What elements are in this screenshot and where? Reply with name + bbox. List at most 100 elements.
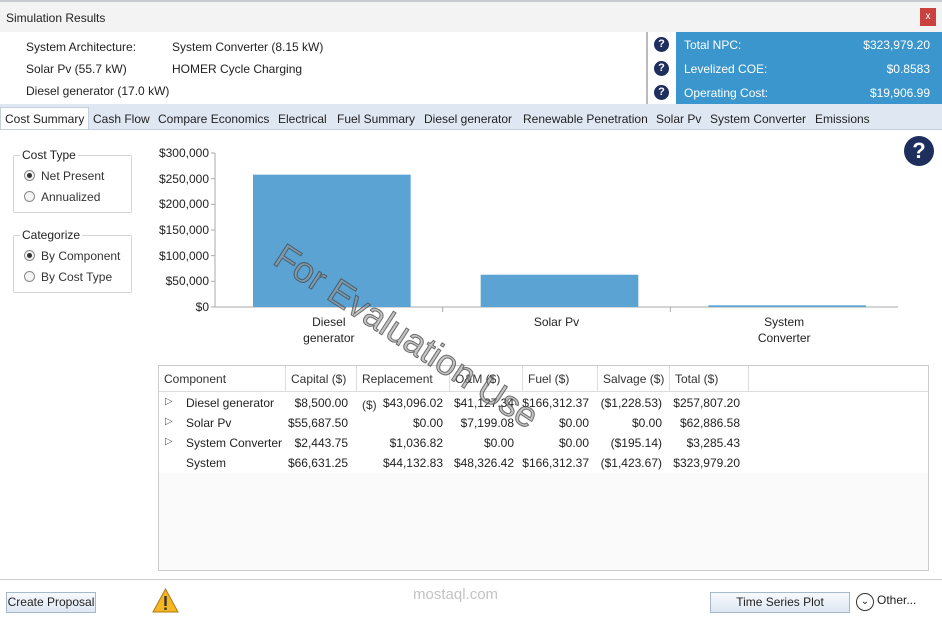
help-icon[interactable]: ? [654, 37, 669, 52]
architecture-item: System Converter (8.15 kW) [172, 40, 324, 54]
time-series-plot-button[interactable]: Time Series Plot [710, 592, 850, 613]
table-cell: $166,312.37 [522, 456, 589, 470]
table-empty-area [159, 473, 928, 570]
column-header[interactable]: Salvage ($) [598, 366, 670, 392]
architecture-panel: System Architecture: System Converter (8… [0, 32, 648, 104]
table-cell: $0.00 [631, 416, 662, 430]
table-cell: $62,886.58 [679, 416, 740, 430]
tab-emissions[interactable]: Emissions [811, 108, 874, 130]
tab-renewable-penetration[interactable]: Renewable Penetration [519, 108, 652, 130]
other-menu-button[interactable]: ⌄ Other... [856, 593, 916, 611]
architecture-label: System Architecture: [26, 40, 137, 54]
table-cell: System [186, 456, 227, 470]
x-tick-label-line: Solar Pv [533, 315, 580, 329]
help-icon[interactable]: ? [654, 61, 669, 76]
kpi-label: Total NPC: [684, 38, 742, 52]
bar-solar-pv[interactable] [480, 274, 639, 307]
table-cell: $2,443.75 [294, 436, 348, 450]
radio-label: By Cost Type [41, 270, 113, 284]
table-cell: $66,631.25 [287, 456, 348, 470]
radio-by-cost-type[interactable]: By Cost Type [24, 270, 112, 284]
table-cell: $48,326.42 [453, 456, 514, 470]
table-cell: $43,096.02 [382, 396, 443, 410]
radio-annualized[interactable]: Annualized [24, 190, 100, 204]
column-header[interactable]: Total ($) [670, 366, 749, 392]
expand-icon[interactable]: ▷ [165, 436, 173, 447]
kpi-label: Operating Cost: [684, 86, 769, 100]
cost-table: Component Capital ($) Replacement ($) O&… [158, 365, 929, 571]
table-cell: $257,807.20 [673, 396, 740, 410]
close-button[interactable]: x [920, 8, 936, 26]
table-cell: $55,687.50 [287, 416, 348, 430]
y-tick-label: $250,000 [158, 171, 209, 186]
table-cell: ($1,228.53) [600, 396, 662, 410]
tab-cost-summary[interactable]: Cost Summary [0, 107, 90, 129]
table-cell: $3,285.43 [686, 436, 740, 450]
radio-net-present[interactable]: Net Present [24, 169, 104, 183]
kpi-value: $19,906.99 [869, 86, 930, 100]
table-cell: $8,500.00 [294, 396, 348, 410]
table-cell: $44,132.83 [382, 456, 443, 470]
title-bar: Simulation Results [0, 0, 942, 32]
cost-type-title: Cost Type [20, 148, 78, 162]
kpi-label: Levelized COE: [684, 62, 768, 76]
architecture-item: Solar Pv (55.7 kW) [26, 62, 127, 76]
table-header: Component Capital ($) Replacement ($) O&… [159, 366, 928, 412]
table-row[interactable]: System $66,631.25 $44,132.83 $48,326.42 $166… [159, 453, 928, 473]
tab-compare-economics[interactable]: Compare Economics [154, 108, 273, 130]
help-icon[interactable]: ? [654, 85, 669, 100]
x-tick-label-line: System [764, 315, 805, 329]
x-tick-label-line: Converter [757, 331, 811, 345]
table-row[interactable]: ▷ Solar Pv $55,687.50 $0.00 $7,199.08 $0.00 $0… [159, 413, 928, 433]
kpi-value: $323,979.20 [863, 38, 930, 52]
radio-label: Net Present [41, 169, 105, 183]
x-tick-label: System Converter [724, 314, 844, 346]
architecture-item: Diesel generator (17.0 kW) [26, 84, 170, 98]
table-cell: $1,036.82 [389, 436, 443, 450]
categorize-group: Categorize By Component By Cost Type [13, 228, 132, 293]
column-header[interactable]: Component [159, 366, 286, 392]
architecture-item: HOMER Cycle Charging [172, 62, 303, 76]
radio-by-component[interactable]: By Component [24, 249, 120, 263]
bar-system-converter[interactable] [708, 305, 866, 307]
tab-electrical[interactable]: Electrical [274, 108, 331, 130]
y-tick-label: $300,000 [158, 146, 209, 160]
kpi-value: $0.8583 [886, 62, 930, 76]
tab-fuel-summary[interactable]: Fuel Summary [333, 108, 419, 130]
column-header[interactable]: Fuel ($) [523, 366, 598, 392]
table-cell: ($195.14) [610, 436, 662, 450]
table-cell: System Converter [186, 436, 283, 450]
kpi-operating-cost: Operating Cost: $19,906.99 [684, 86, 930, 106]
table-cell: $0.00 [558, 436, 589, 450]
table-cell: Diesel generator [186, 396, 275, 410]
y-tick-label: $200,000 [158, 197, 209, 212]
cost-type-group: Cost Type Net Present Annualized [13, 148, 132, 213]
warning-icon[interactable] [152, 588, 179, 613]
help-icon[interactable]: ? [904, 136, 934, 166]
create-proposal-button[interactable]: Create Proposal [6, 592, 96, 613]
table-cell: Solar Pv [186, 416, 232, 430]
table-row[interactable]: ▷ System Converter $2,443.75 $1,036.82 $0.00… [159, 433, 928, 453]
table-cell: $0.00 [412, 416, 443, 430]
y-tick-label: $50,000 [165, 274, 209, 289]
y-tick-label: $150,000 [158, 223, 209, 237]
kpi-panel: Total NPC: $323,979.20 Levelized COE: $0.8… [676, 32, 942, 104]
expand-icon[interactable]: ▷ [165, 396, 173, 407]
kpi-total-npc: Total NPC: $323,979.20 [684, 38, 930, 58]
mostaql-watermark: mostaql.com [413, 586, 499, 603]
y-tick-label: $100,000 [158, 248, 209, 263]
expand-icon[interactable]: ▷ [165, 416, 173, 427]
table-cell: $0.00 [483, 436, 514, 450]
tab-solar-pv[interactable]: Solar Pv [652, 108, 705, 130]
y-tick-label: $0 [195, 300, 209, 314]
categorize-title: Categorize [20, 228, 83, 242]
tab-system-converter[interactable]: System Converter [706, 108, 810, 130]
column-header[interactable]: Capital ($) [286, 366, 357, 392]
tab-diesel-generator[interactable]: Diesel generator [420, 108, 516, 130]
table-cell: $323,979.20 [673, 456, 740, 470]
table-cell: ($1,423.67) [600, 456, 662, 470]
tab-cash-flow[interactable]: Cash Flow [89, 108, 154, 130]
table-cell: $0.00 [558, 416, 589, 430]
x-tick-label: Solar Pv [497, 314, 617, 330]
kpi-levelized-coe: Levelized COE: $0.8583 [684, 62, 930, 82]
